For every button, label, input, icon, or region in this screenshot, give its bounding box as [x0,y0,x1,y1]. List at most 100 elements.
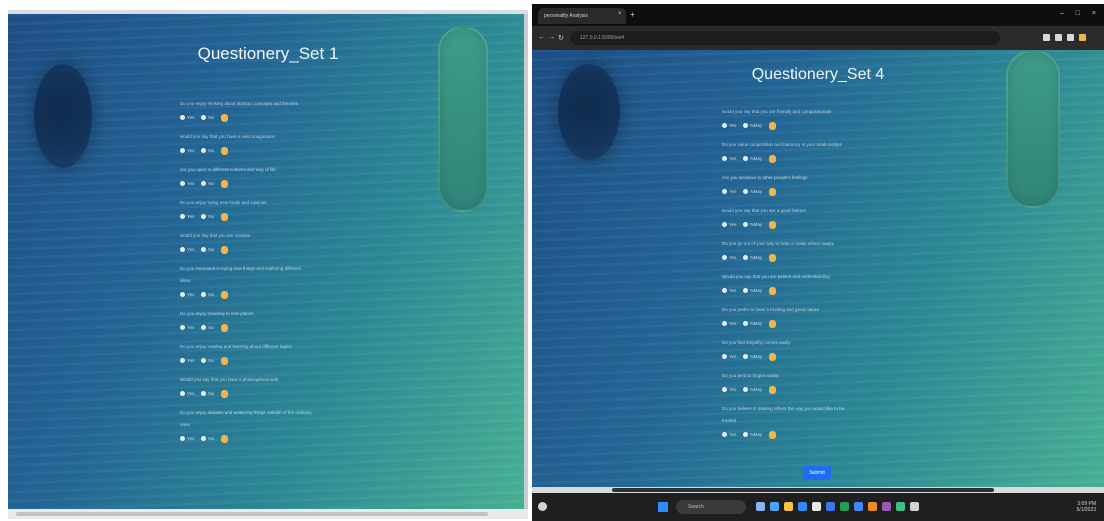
option-yes[interactable]: Yes [180,292,194,297]
option-no[interactable]: NMay [743,321,762,326]
radio-yes[interactable] [722,432,727,437]
horizontal-scrollbar[interactable] [8,509,528,519]
system-tray-clock[interactable]: 3:09 PM 5/1/2023 [1077,501,1096,513]
mail-icon[interactable] [812,502,821,511]
option-no[interactable]: No [201,148,214,153]
radio-yes[interactable] [722,387,727,392]
taskbar-search-input[interactable]: Search [676,500,746,514]
option-yes[interactable]: Yes [180,181,194,186]
option-yes[interactable]: Yes [180,436,194,441]
option-no[interactable]: No [201,115,214,120]
edge-icon[interactable] [770,502,779,511]
app-icon[interactable] [882,502,891,511]
option-no[interactable]: NMay [743,255,762,260]
option-no[interactable]: NMay [743,354,762,359]
option-no[interactable]: No [201,391,214,396]
radio-yes[interactable] [722,189,727,194]
window-close-icon[interactable]: × [1092,10,1096,17]
url-input[interactable]: 127.0.0.1:5000/set4 [570,31,1000,45]
radio-yes[interactable] [180,391,185,396]
excel-icon[interactable] [840,502,849,511]
minimize-icon[interactable]: – [1060,10,1064,17]
bookmark-icon[interactable] [1043,34,1050,41]
option-no[interactable]: No [201,436,214,441]
radio-no[interactable] [743,321,749,326]
radio-no[interactable] [743,288,749,293]
profile-icon[interactable] [1067,34,1074,41]
option-yes[interactable]: Yes [180,391,194,396]
radio-yes[interactable] [180,292,185,297]
radio-yes[interactable] [180,325,185,330]
option-yes[interactable]: Yes [180,358,194,363]
task-view-icon[interactable] [756,502,765,511]
option-yes[interactable]: Yes [180,247,194,252]
app-icon[interactable] [910,502,919,511]
radio-yes[interactable] [180,148,185,153]
update-icon[interactable] [1079,34,1086,41]
extension-icon[interactable] [1055,34,1062,41]
radio-yes[interactable] [722,354,727,359]
scrollbar-thumb[interactable] [612,488,994,492]
option-yes[interactable]: Yes [722,255,736,260]
option-yes[interactable]: Yes [180,325,194,330]
radio-no[interactable] [201,391,207,396]
radio-no[interactable] [201,436,207,441]
radio-yes[interactable] [722,321,727,326]
widgets-icon[interactable] [538,502,547,511]
reload-icon[interactable]: ↻ [558,34,564,42]
option-no[interactable]: NMay [743,123,762,128]
radio-yes[interactable] [180,436,185,441]
radio-no[interactable] [201,214,207,219]
option-yes[interactable]: Yes [722,354,736,359]
radio-yes[interactable] [722,123,727,128]
option-no[interactable]: NMay [743,222,762,227]
option-yes[interactable]: Yes [722,156,736,161]
chrome-icon[interactable] [854,502,863,511]
submit-button[interactable]: Submit [803,466,831,480]
radio-no[interactable] [201,358,207,363]
radio-no[interactable] [743,387,749,392]
option-no[interactable]: No [201,325,214,330]
radio-yes[interactable] [180,214,185,219]
windows-start-icon[interactable] [658,502,668,512]
radio-no[interactable] [743,255,749,260]
radio-no[interactable] [743,222,749,227]
maximize-icon[interactable]: □ [1076,10,1080,17]
option-no[interactable]: No [201,247,214,252]
option-no[interactable]: NMay [743,156,762,161]
radio-no[interactable] [743,156,749,161]
option-no[interactable]: NMay [743,387,762,392]
app-icon[interactable] [896,502,905,511]
radio-no[interactable] [201,292,207,297]
radio-yes[interactable] [722,222,727,227]
option-no[interactable]: No [201,214,214,219]
option-yes[interactable]: Yes [722,222,736,227]
store-icon[interactable] [798,502,807,511]
radio-yes[interactable] [722,156,727,161]
tab-personality[interactable]: personality Analysis [538,8,626,24]
option-yes[interactable]: Yes [722,189,736,194]
close-icon[interactable]: × [618,11,622,17]
option-yes[interactable]: Yes [180,148,194,153]
radio-no[interactable] [201,325,207,330]
radio-no[interactable] [743,123,749,128]
radio-yes[interactable] [722,288,727,293]
word-icon[interactable] [826,502,835,511]
new-tab-icon[interactable]: + [630,10,635,19]
radio-yes[interactable] [180,358,185,363]
radio-no[interactable] [743,354,749,359]
radio-yes[interactable] [180,247,185,252]
option-yes[interactable]: Yes [722,432,736,437]
vscode-icon[interactable] [868,502,877,511]
radio-yes[interactable] [180,115,185,120]
forward-icon[interactable]: → [548,34,555,41]
vertical-scrollbar[interactable] [524,14,528,509]
radio-no[interactable] [201,181,207,186]
radio-yes[interactable] [722,255,727,260]
option-yes[interactable]: Yes [180,115,194,120]
option-yes[interactable]: Yes [722,321,736,326]
radio-no[interactable] [201,115,207,120]
option-yes[interactable]: Yes [722,288,736,293]
option-no[interactable]: No [201,358,214,363]
option-no[interactable]: NMay [743,288,762,293]
